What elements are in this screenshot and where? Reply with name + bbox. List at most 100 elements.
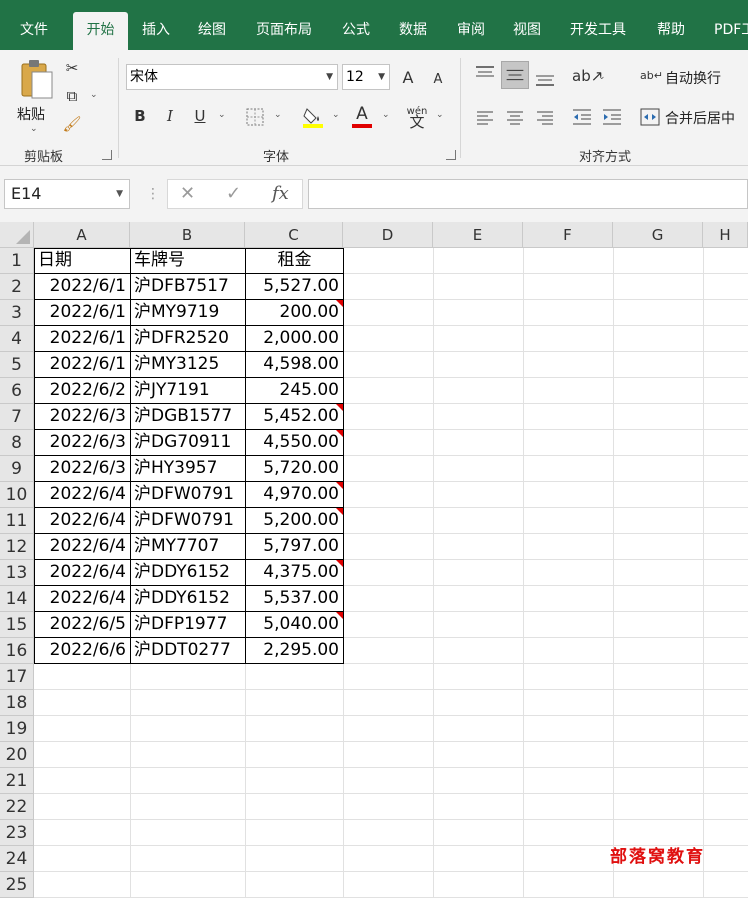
cell-rent[interactable]: 4,970.00	[246, 482, 343, 508]
cell-date[interactable]: 2022/6/1	[35, 352, 130, 378]
row-header-4[interactable]: 4	[0, 326, 34, 352]
bold-button[interactable]: B	[130, 106, 150, 126]
row-header-14[interactable]: 14	[0, 586, 34, 612]
cell-plate[interactable]: 沪MY7707	[131, 534, 245, 560]
comment-indicator-icon[interactable]	[336, 300, 343, 307]
ribbon-tab-4[interactable]: 页面布局	[256, 12, 312, 50]
cell-header-plate[interactable]: 车牌号	[131, 248, 245, 274]
cell-rent[interactable]: 200.00	[246, 300, 343, 326]
cell-rent[interactable]: 5,527.00	[246, 274, 343, 300]
cell-plate[interactable]: 沪MY9719	[131, 300, 245, 326]
column-header-C[interactable]: C	[245, 222, 343, 248]
row-header-11[interactable]: 11	[0, 508, 34, 534]
cell-rent[interactable]: 5,537.00	[246, 586, 343, 612]
cell-rent[interactable]: 5,040.00	[246, 612, 343, 638]
cell-rent[interactable]: 2,295.00	[246, 638, 343, 664]
comment-indicator-icon[interactable]	[336, 612, 343, 619]
cell-date[interactable]: 2022/6/1	[35, 326, 130, 352]
ribbon-tab-8[interactable]: 视图	[513, 12, 541, 50]
row-header-16[interactable]: 16	[0, 638, 34, 664]
increase-indent-icon[interactable]	[602, 108, 622, 126]
ribbon-tab-3[interactable]: 绘图	[198, 12, 226, 50]
row-header-6[interactable]: 6	[0, 378, 34, 404]
cut-icon[interactable]: ✂	[62, 58, 82, 78]
comment-indicator-icon[interactable]	[336, 508, 343, 515]
cell-plate[interactable]: 沪DFB7517	[131, 274, 245, 300]
cell-rent[interactable]: 5,200.00	[246, 508, 343, 534]
enter-icon[interactable]: ✓	[226, 182, 241, 206]
wrap-text-button[interactable]: 自动换行	[665, 68, 721, 88]
cell-date[interactable]: 2022/6/4	[35, 586, 130, 612]
row-header-8[interactable]: 8	[0, 430, 34, 456]
phonetic-char-icon[interactable]: 文	[408, 112, 426, 132]
cancel-icon[interactable]: ✕	[180, 182, 195, 206]
ribbon-tab-2[interactable]: 插入	[142, 12, 170, 50]
cell-plate[interactable]: 沪DG70911	[131, 430, 245, 456]
cell-rent[interactable]: 5,452.00	[246, 404, 343, 430]
cell-date[interactable]: 2022/6/5	[35, 612, 130, 638]
comment-indicator-icon[interactable]	[336, 404, 343, 411]
wrap-text-icon[interactable]: ab↵	[640, 66, 663, 86]
select-all-button[interactable]	[0, 222, 34, 248]
font-color-icon[interactable]: A	[352, 104, 372, 128]
name-box[interactable]: E14 ▼	[4, 179, 130, 209]
row-header-22[interactable]: 22	[0, 794, 34, 820]
cell-plate[interactable]: 沪HY3957	[131, 456, 245, 482]
shrink-font-icon[interactable]: A	[428, 70, 448, 90]
cell-date[interactable]: 2022/6/3	[35, 456, 130, 482]
paste-button[interactable]: 粘贴 ⌄	[12, 58, 58, 138]
cell-date[interactable]: 2022/6/2	[35, 378, 130, 404]
orientation-icon[interactable]: ab↗	[572, 66, 603, 86]
cell-plate[interactable]: 沪DFP1977	[131, 612, 245, 638]
grow-font-icon[interactable]: A	[398, 68, 418, 88]
row-header-10[interactable]: 10	[0, 482, 34, 508]
cell-date[interactable]: 2022/6/4	[35, 560, 130, 586]
row-header-17[interactable]: 17	[0, 664, 34, 690]
ribbon-tab-6[interactable]: 数据	[399, 12, 427, 50]
chevron-down-icon[interactable]: ▼	[116, 180, 123, 208]
ribbon-tab-7[interactable]: 审阅	[457, 12, 485, 50]
paste-dropdown-icon[interactable]: ⌄	[30, 124, 38, 134]
font-launcher-icon[interactable]	[446, 150, 456, 160]
cell-rent[interactable]: 4,598.00	[246, 352, 343, 378]
comment-indicator-icon[interactable]	[336, 430, 343, 437]
row-header-5[interactable]: 5	[0, 352, 34, 378]
align-center-icon[interactable]	[506, 110, 524, 126]
fill-color-icon[interactable]	[302, 106, 324, 128]
row-header-12[interactable]: 12	[0, 534, 34, 560]
row-header-3[interactable]: 3	[0, 300, 34, 326]
comment-indicator-icon[interactable]	[336, 482, 343, 489]
worksheet-grid[interactable]: A B C D E F G H 1 2 3 4 5 6 7 8 9 10 11 12 13 14 15 16 17 18 19 20 2…	[0, 222, 748, 898]
copy-icon[interactable]: ⧉	[62, 86, 82, 106]
row-header-2[interactable]: 2	[0, 274, 34, 300]
cell-plate[interactable]: 沪DDY6152	[131, 560, 245, 586]
copy-dropdown-icon[interactable]: ⌄	[90, 90, 98, 100]
cell-plate[interactable]: 沪DFW0791	[131, 508, 245, 534]
cell-plate[interactable]: 沪DFW0791	[131, 482, 245, 508]
orientation-dropdown-icon[interactable]: ⌄	[598, 72, 606, 82]
row-header-9[interactable]: 9	[0, 456, 34, 482]
font-color-dropdown-icon[interactable]: ⌄	[382, 110, 390, 120]
cell-plate[interactable]: 沪MY3125	[131, 352, 245, 378]
cell-date[interactable]: 2022/6/3	[35, 430, 130, 456]
ribbon-tab-11[interactable]: PDF工	[714, 12, 748, 50]
font-name-combo[interactable]: 宋体 ▼	[126, 64, 338, 90]
cell-date[interactable]: 2022/6/1	[35, 274, 130, 300]
row-header-25[interactable]: 25	[0, 872, 34, 898]
cell-plate[interactable]: 沪DGB1577	[131, 404, 245, 430]
font-size-combo[interactable]: 12 ▼	[342, 64, 390, 90]
phonetic-dropdown-icon[interactable]: ⌄	[436, 110, 444, 120]
column-header-E[interactable]: E	[433, 222, 523, 248]
format-painter-icon[interactable]: 🖌	[62, 114, 82, 134]
ribbon-tab-9[interactable]: 开发工具	[570, 12, 626, 50]
row-header-20[interactable]: 20	[0, 742, 34, 768]
column-header-H[interactable]: H	[703, 222, 748, 248]
row-header-13[interactable]: 13	[0, 560, 34, 586]
cell-rent[interactable]: 4,375.00	[246, 560, 343, 586]
cell-rent[interactable]: 2,000.00	[246, 326, 343, 352]
align-top-icon[interactable]	[474, 64, 496, 86]
row-header-1[interactable]: 1	[0, 248, 34, 274]
row-header-18[interactable]: 18	[0, 690, 34, 716]
column-header-D[interactable]: D	[343, 222, 433, 248]
cell-date[interactable]: 2022/6/4	[35, 482, 130, 508]
